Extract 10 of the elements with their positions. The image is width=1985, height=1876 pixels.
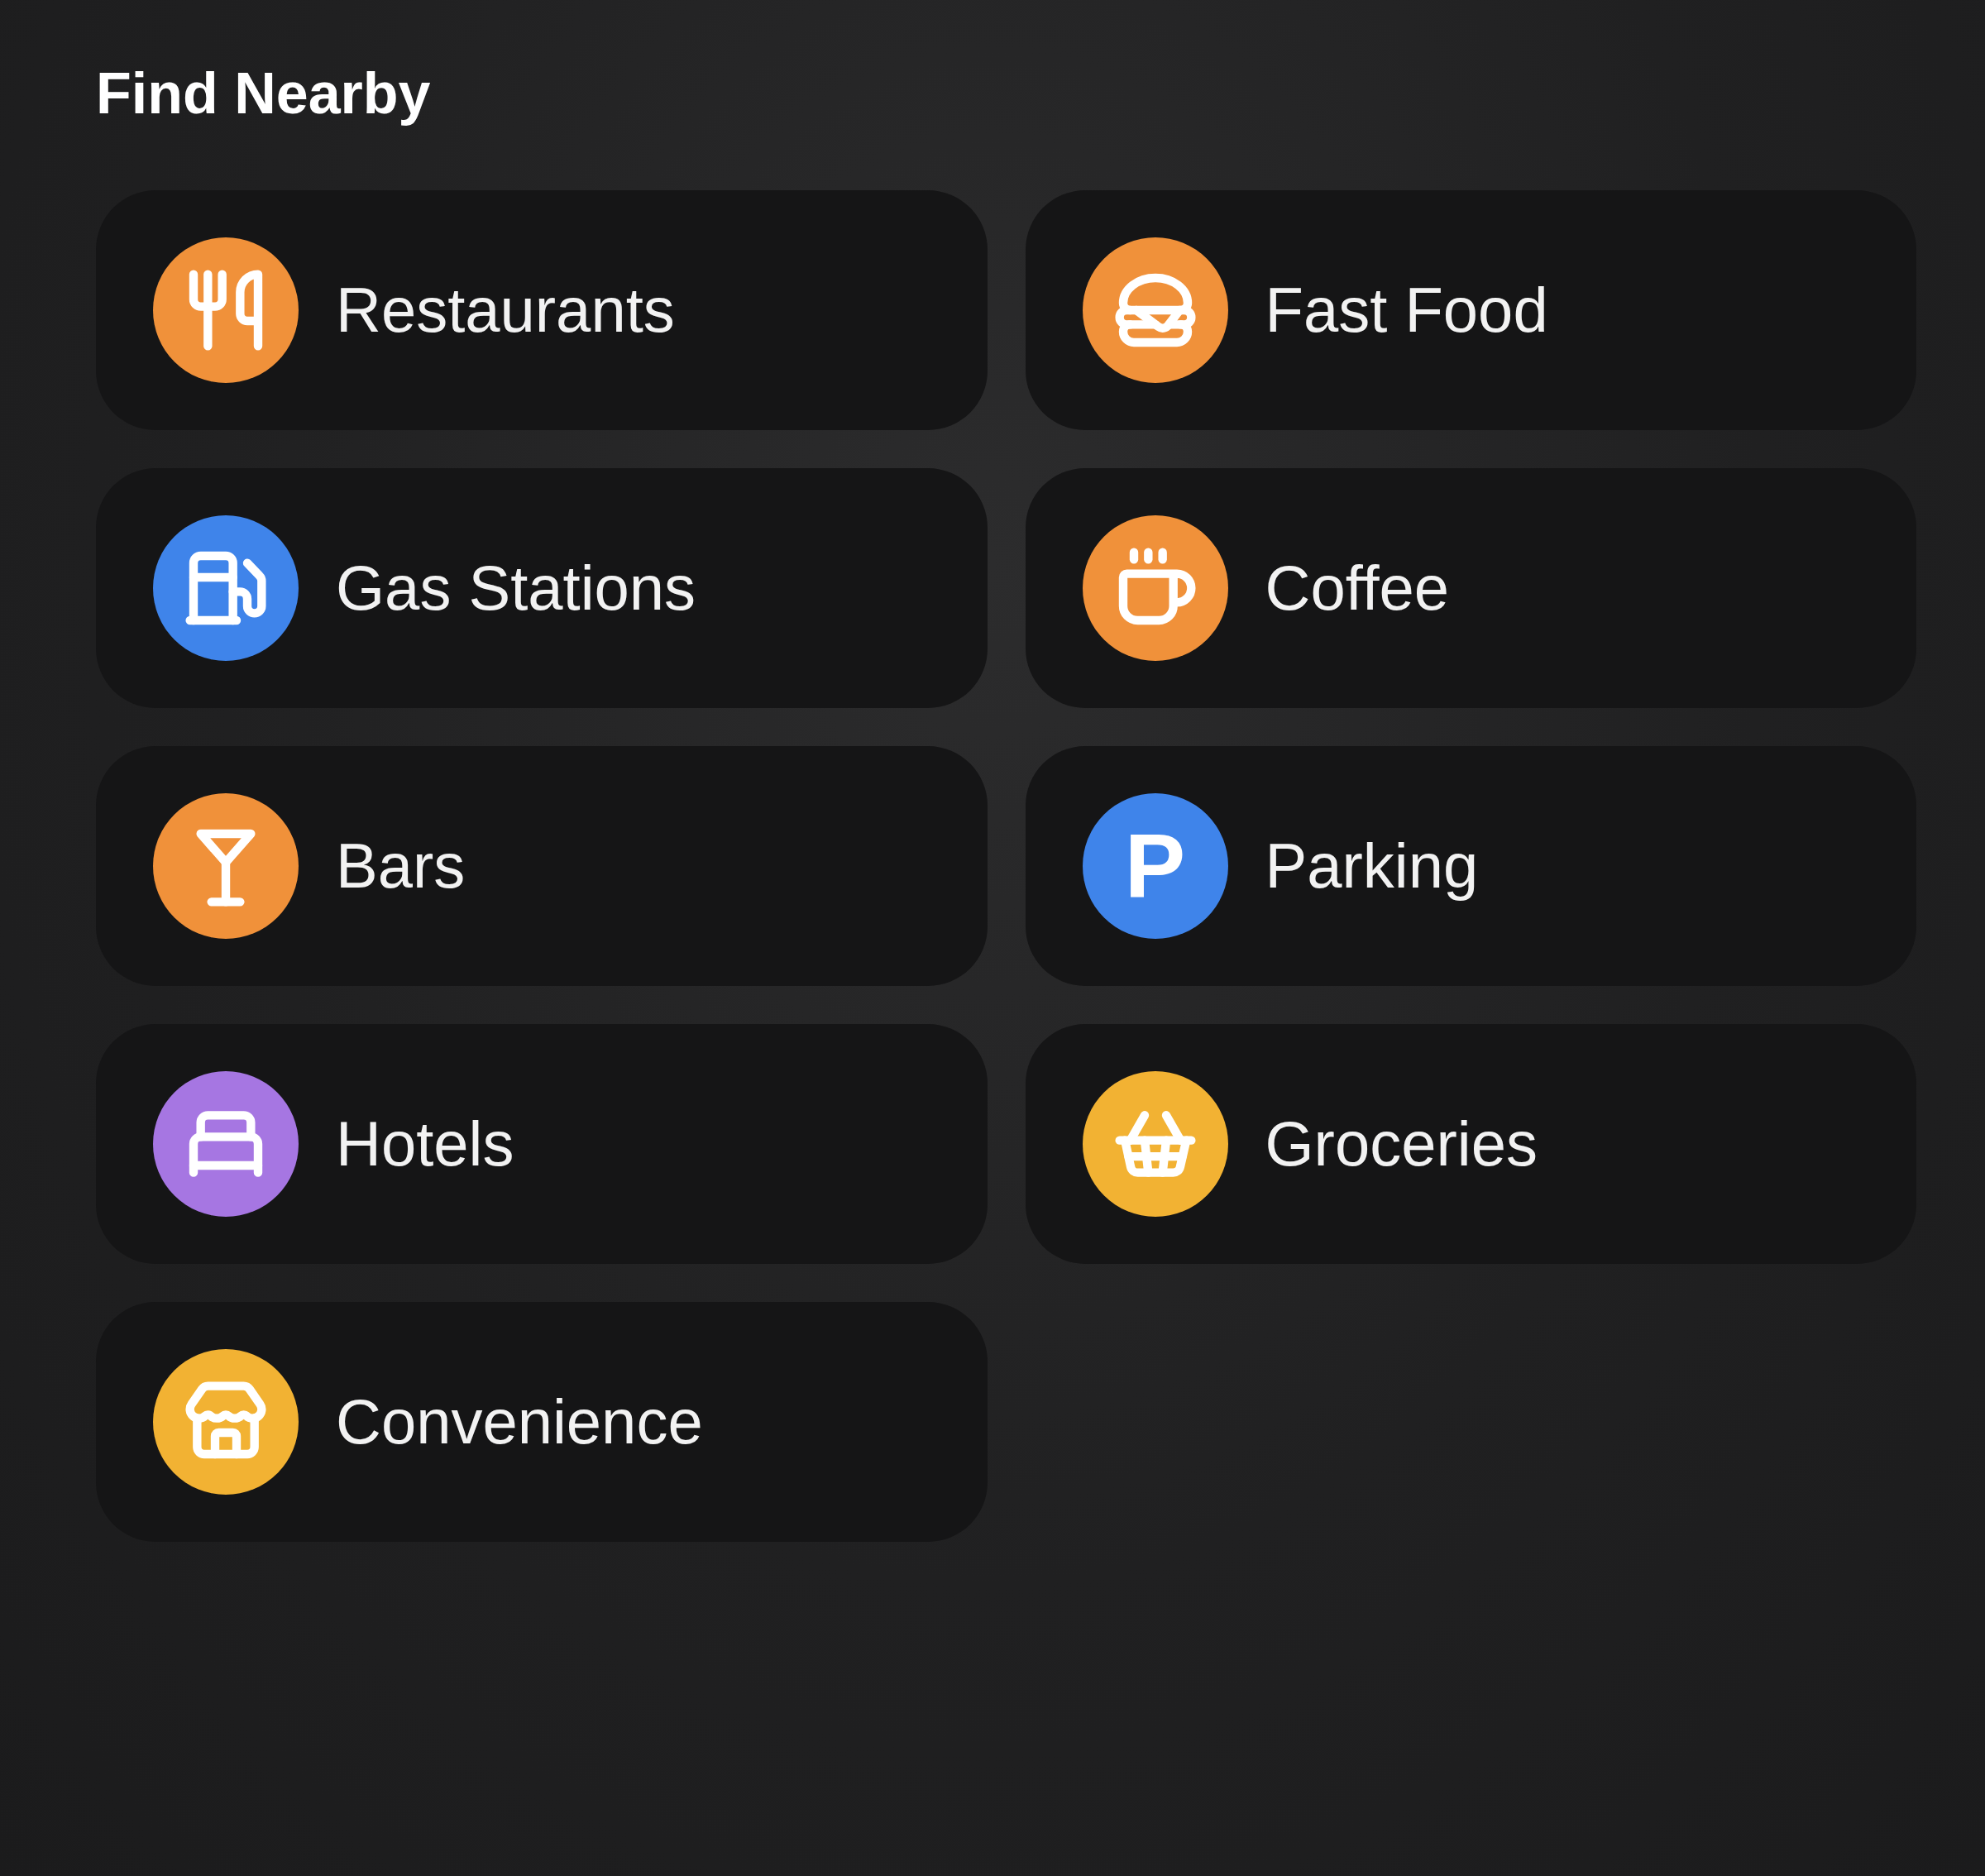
category-button[interactable]: Hotels [96, 1024, 988, 1264]
category-button[interactable]: Coffee [1025, 468, 1916, 708]
category-button[interactable]: Convenience [96, 1302, 988, 1542]
category-button[interactable]: Gas Stations [96, 468, 988, 708]
category-button[interactable]: Fast Food [1025, 190, 1916, 430]
category-button[interactable]: Restaurants [96, 190, 988, 430]
category-button[interactable]: Bars [96, 746, 988, 986]
category-button[interactable]: Groceries [1025, 1024, 1916, 1264]
category-button[interactable]: P Parking [1025, 746, 1916, 986]
parking-icon: P [1082, 793, 1228, 939]
